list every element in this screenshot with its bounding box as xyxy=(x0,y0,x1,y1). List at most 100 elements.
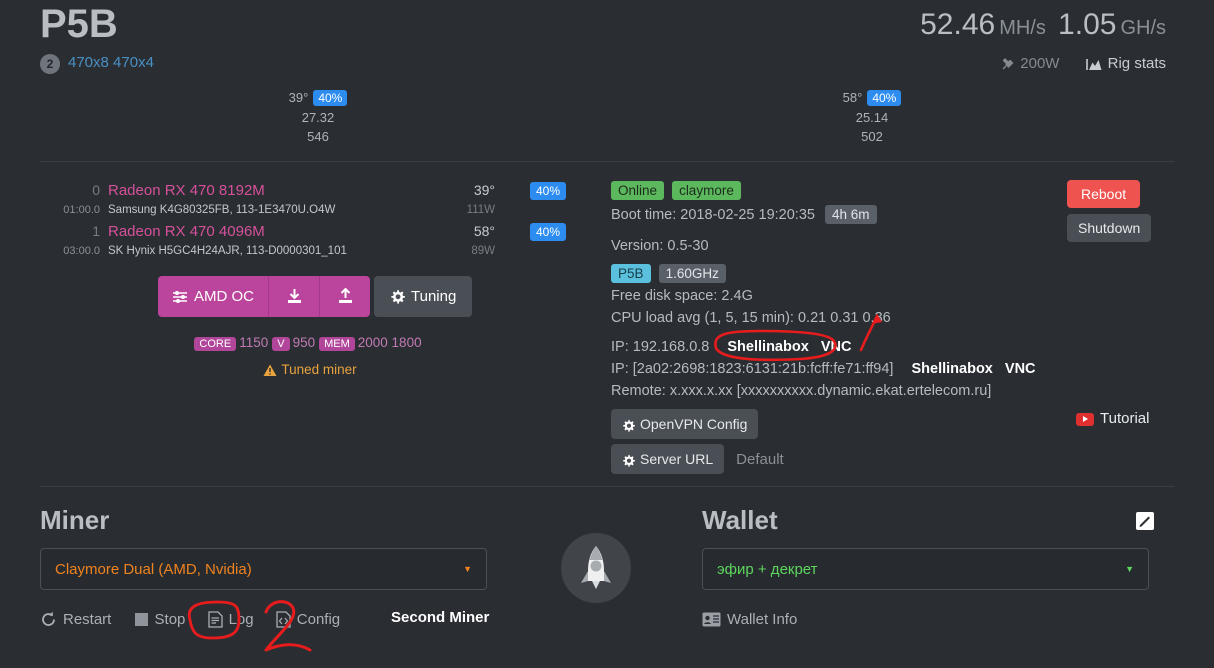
amd-oc-label: AMD OC xyxy=(194,288,254,305)
summary-hashrate-1: 25.14 xyxy=(855,110,889,125)
gpu-name-0[interactable]: Radeon RX 470 8192M xyxy=(108,182,265,199)
ipv6-label: IP: [2a02:2698:1823:6131:21b:fcff:fe71:f… xyxy=(611,361,894,377)
gpu-temp-1: 58° xyxy=(473,223,495,239)
header-subline: 200W Rig stats xyxy=(1001,55,1166,72)
miner-section-title: Miner xyxy=(40,505,110,535)
reboot-button[interactable]: Reboot xyxy=(1067,180,1141,208)
ipv4-row: IP: 192.168.0.8 Shellinabox VNC xyxy=(611,339,851,355)
hashrate-primary-value: 52.46 xyxy=(920,8,996,41)
oc-upload-button[interactable] xyxy=(319,276,370,317)
openvpn-config-button[interactable]: OpenVPN Config xyxy=(611,409,759,439)
gear-icon xyxy=(390,289,405,304)
voltage-label: V xyxy=(272,336,290,351)
header: P5B 2 470x8 470x4 52.46 MH/s 1.05 GH/s 200… xyxy=(0,0,1214,88)
ipv6-vnc-link[interactable]: VNC xyxy=(1005,361,1036,377)
rig-tags-link[interactable]: 470x8 470x4 xyxy=(68,54,154,71)
ipv4-label: IP: 192.168.0.8 xyxy=(611,339,710,355)
wallet-select[interactable]: эфир + декрет ▼ xyxy=(702,548,1149,590)
log-button[interactable]: Log xyxy=(207,610,254,628)
version-label: Version: 0.5-30 xyxy=(611,238,709,254)
download-icon xyxy=(286,288,303,305)
document-icon xyxy=(207,610,223,628)
miner-badge: claymore xyxy=(672,181,741,200)
pencil-icon[interactable] xyxy=(1136,512,1154,530)
online-badge: Online xyxy=(611,181,665,200)
miner-select[interactable]: Claymore Dual (AMD, Nvidia) ▼ xyxy=(40,548,487,590)
miner-toolbar: Restart Stop Log Config xyxy=(40,610,358,628)
cpu-badge: 1.60GHz xyxy=(658,264,726,283)
summary-column-1: 58° 40% 25.14 502 xyxy=(812,90,932,144)
cpu-load-label: CPU load avg (1, 5, 15 min): 0.21 0.31 0… xyxy=(611,310,891,326)
shutdown-button[interactable]: Shutdown xyxy=(1067,214,1152,242)
tutorial-link[interactable]: Tutorial xyxy=(1076,410,1149,427)
ipv6-shellinabox-link[interactable]: Shellinabox xyxy=(911,361,992,377)
tuning-button[interactable]: Tuning xyxy=(374,276,473,317)
wallet-info-button[interactable]: Wallet Info xyxy=(702,611,797,628)
divider-bottom xyxy=(40,486,1174,487)
openvpn-config-button-inner[interactable]: OpenVPN Config xyxy=(611,409,759,439)
gpu-name-1[interactable]: Radeon RX 470 4096M xyxy=(108,223,265,240)
summary-temp-fan-1: 58° 40% xyxy=(812,90,932,106)
wallet-section-title: Wallet xyxy=(702,505,778,535)
ipv6-row: IP: [2a02:2698:1823:6131:21b:fcff:fe71:f… xyxy=(611,361,1036,377)
tuned-miner-notice: Tuned miner xyxy=(158,362,462,377)
warning-icon xyxy=(263,364,277,377)
gpu-bus-0: 01:00.0 xyxy=(63,204,100,216)
summary-fan-1: 40% xyxy=(867,90,902,106)
core-value: 1150 xyxy=(239,335,269,350)
oc-download-button[interactable] xyxy=(268,276,319,317)
gpu-watt-0: 111W xyxy=(466,204,495,216)
board-cpu-row: P5B 1.60GHz xyxy=(611,264,726,283)
gpu-memory-1: SK Hynix H5GC4H24AJR, 113-D0000301_101 xyxy=(108,245,347,257)
server-url-button[interactable]: Server URL xyxy=(611,444,725,474)
second-miner-tab[interactable]: Second Miner xyxy=(391,609,489,626)
boot-time-row: Boot time: 2018-02-25 19:20:35 4h 6m xyxy=(611,205,877,224)
stop-button[interactable]: Stop xyxy=(134,610,186,628)
wallet-selected-value: эфир + декрет xyxy=(717,560,818,578)
sliders-icon xyxy=(172,290,188,304)
tuned-miner-label: Tuned miner xyxy=(281,362,357,377)
restart-button[interactable]: Restart xyxy=(40,611,111,628)
oc-values-row: CORE 1150 V 950 MEM 2000 1800 xyxy=(158,335,462,351)
gpu-memory-0: Samsung K4G80325FB, 113-1E3470U.O4W xyxy=(108,204,336,216)
wallet-info-label: Wallet Info xyxy=(727,610,798,628)
restart-label: Restart xyxy=(63,610,112,628)
gpu-index-1: 1 xyxy=(92,223,100,239)
chart-icon xyxy=(1085,58,1102,71)
plug-icon xyxy=(1001,57,1015,71)
rocket-icon xyxy=(561,533,631,603)
summary-shares-0: 546 xyxy=(307,129,329,144)
summary-temp-0: 39° xyxy=(288,90,309,105)
divider-top xyxy=(40,161,1174,162)
log-label: Log xyxy=(228,610,254,628)
summary-temp-fan-0: 39° 40% xyxy=(258,90,378,106)
summary-fan-0: 40% xyxy=(313,90,348,106)
gpu-watt-1: 89W xyxy=(471,245,495,257)
ipv4-shellinabox-link[interactable]: Shellinabox xyxy=(727,339,808,355)
ipv4-vnc-link[interactable]: VNC xyxy=(821,339,852,355)
rig-stats-link[interactable]: Rig stats xyxy=(1085,55,1166,72)
config-label: Config xyxy=(296,610,341,628)
core-label: CORE xyxy=(194,336,237,351)
chevron-down-icon: ▼ xyxy=(1125,564,1134,574)
refresh-icon xyxy=(40,611,57,628)
gpu-bus-1: 03:00.0 xyxy=(63,245,100,257)
tutorial-label: Tutorial xyxy=(1100,410,1150,427)
amd-oc-button[interactable]: AMD OC xyxy=(158,276,268,317)
stop-label: Stop xyxy=(154,610,186,628)
free-disk-label: Free disk space: 2.4G xyxy=(611,288,753,304)
remote-label: Remote: x.xxx.x.xx [xxxxxxxxxx.dynamic.e… xyxy=(611,383,992,399)
gpu-temp-0: 39° xyxy=(473,182,495,198)
id-card-icon xyxy=(702,612,721,627)
stop-square-icon xyxy=(134,612,149,627)
chevron-down-icon: ▼ xyxy=(463,564,472,574)
code-file-icon xyxy=(276,610,291,628)
openvpn-config-label: OpenVPN Config xyxy=(640,416,748,432)
gear-icon xyxy=(622,454,635,467)
gear-icon xyxy=(622,419,635,432)
summary-temp-1: 58° xyxy=(842,90,863,105)
server-url-value: Default xyxy=(736,451,784,468)
uptime-badge: 4h 6m xyxy=(824,205,877,224)
config-button[interactable]: Config xyxy=(276,611,340,628)
mem-label: MEM xyxy=(319,336,355,351)
